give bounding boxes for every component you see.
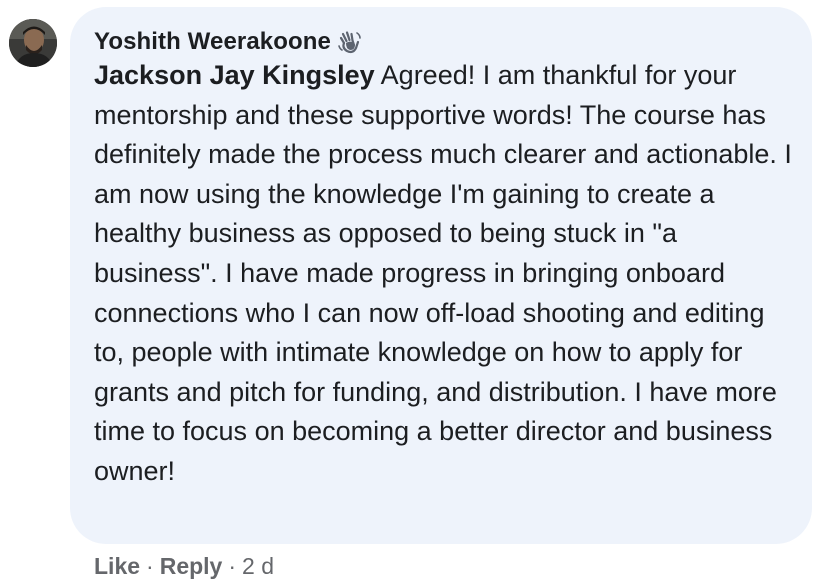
comment-body: Agreed! I am thankful for your mentorshi… [94,60,792,486]
like-button[interactable]: Like [94,553,140,580]
author-name[interactable]: Yoshith Weerakoone [94,28,331,56]
timestamp[interactable]: 2 d [242,553,274,580]
comment-actions: Like · Reply · 2 d [94,550,274,582]
waving-hand-icon [337,29,363,55]
reply-button[interactable]: Reply [160,553,223,580]
comment: Yoshith Weerakoone Jackson Jay Kingsley … [0,0,826,588]
mention-link[interactable]: Jackson Jay Kingsley [94,60,375,90]
separator: · [228,552,237,579]
separator: · [146,552,154,579]
avatar-photo [9,19,57,67]
avatar[interactable] [9,19,57,67]
comment-text: Jackson Jay Kingsley Agreed! I am thankf… [94,56,794,492]
comment-header: Yoshith Weerakoone [94,27,363,57]
